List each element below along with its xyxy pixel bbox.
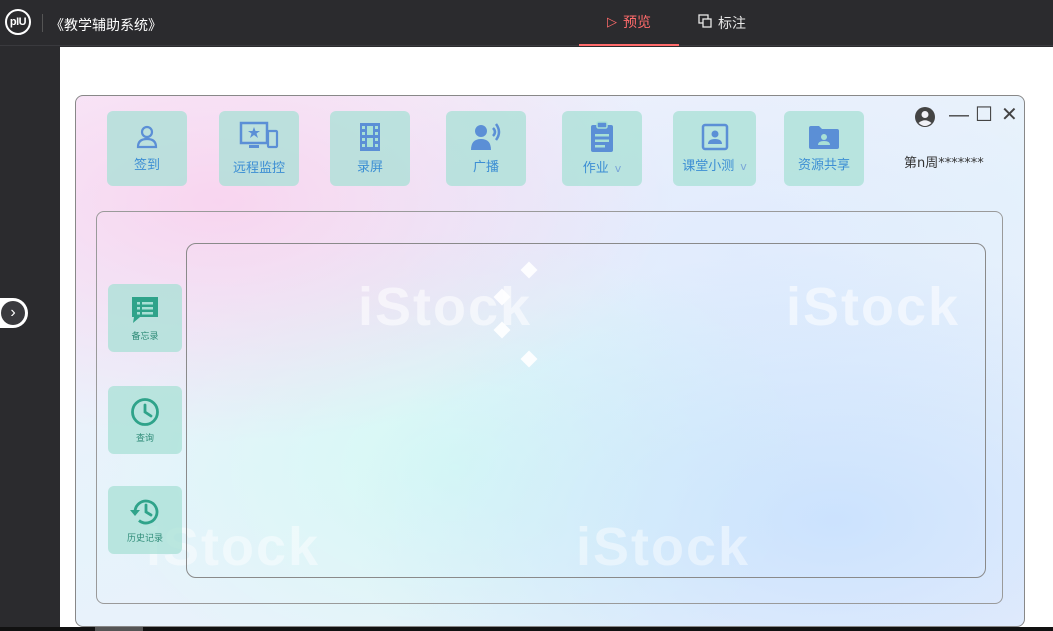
query-label: 查询 [135, 433, 154, 444]
account-icon[interactable] [914, 106, 936, 132]
left-sidebar [0, 47, 60, 627]
broadcast-label: 广播 [472, 160, 499, 175]
tab-preview-label: 预览 [623, 15, 651, 31]
close-button[interactable]: ✕ [1001, 105, 1018, 125]
play-icon: ▷ [607, 14, 617, 30]
memo-button[interactable]: 备忘录 [108, 284, 182, 352]
maximize-button[interactable]: ☐ [975, 105, 993, 125]
minimize-button[interactable]: — [949, 105, 969, 125]
homework-dropdown[interactable]: 作业 v [562, 111, 642, 186]
chevron-down-icon: v [740, 160, 747, 173]
broadcast-icon [471, 123, 501, 150]
week-label: 第n周******* [904, 156, 984, 171]
title-divider [42, 14, 43, 32]
preview-canvas: iStock iStock iStock iStock 签到 远程监控 录屏 广… [60, 47, 1053, 627]
tab-preview[interactable]: ▷ 预览 [579, 0, 679, 46]
annotate-icon [698, 14, 712, 32]
history-icon [130, 499, 159, 524]
bottom-bar [0, 627, 1053, 631]
chevron-down-icon: v [614, 162, 622, 175]
class-quiz-label: 课堂小测 v [682, 159, 747, 174]
record-screen-button[interactable]: 录屏 [330, 111, 410, 186]
scrollbar-thumb[interactable] [95, 627, 143, 631]
folder-user-icon [809, 126, 839, 149]
memo-icon [132, 296, 158, 323]
history-button[interactable]: 历史记录 [108, 486, 182, 554]
history-label: 历史记录 [126, 533, 163, 544]
display-area [186, 243, 986, 578]
query-button[interactable]: 查询 [108, 386, 182, 454]
class-quiz-dropdown[interactable]: 课堂小测 v [673, 111, 756, 186]
clipboard-icon [591, 121, 613, 152]
film-icon [360, 123, 380, 151]
homework-label: 作业 v [582, 161, 622, 176]
record-screen-label: 录屏 [356, 160, 383, 175]
chevron-right-icon: › [1, 301, 25, 325]
broadcast-button[interactable]: 广播 [446, 111, 526, 186]
remote-monitor-button[interactable]: 远程监控 [219, 111, 299, 186]
sign-in-label: 签到 [133, 158, 160, 173]
quiz-icon [701, 123, 728, 151]
memo-label: 备忘录 [131, 331, 159, 342]
app-logo: pIU [5, 9, 31, 35]
tab-annotate-label: 标注 [718, 16, 746, 32]
remote-monitor-label: 远程监控 [232, 161, 285, 176]
clock-icon [131, 397, 159, 426]
resource-share-button[interactable]: 资源共享 [784, 111, 864, 186]
top-bar: pIU 《教学辅助系统》 ▷ 预览 标注 [0, 0, 1053, 46]
sign-in-button[interactable]: 签到 [107, 111, 187, 186]
app-title: 《教学辅助系统》 [50, 18, 162, 34]
app-window: iStock iStock iStock iStock 签到 远程监控 录屏 广… [75, 95, 1025, 627]
resource-share-label: 资源共享 [797, 158, 850, 173]
monitor-icon [239, 121, 279, 149]
user-icon [136, 125, 158, 149]
tab-annotate[interactable]: 标注 [698, 0, 768, 46]
